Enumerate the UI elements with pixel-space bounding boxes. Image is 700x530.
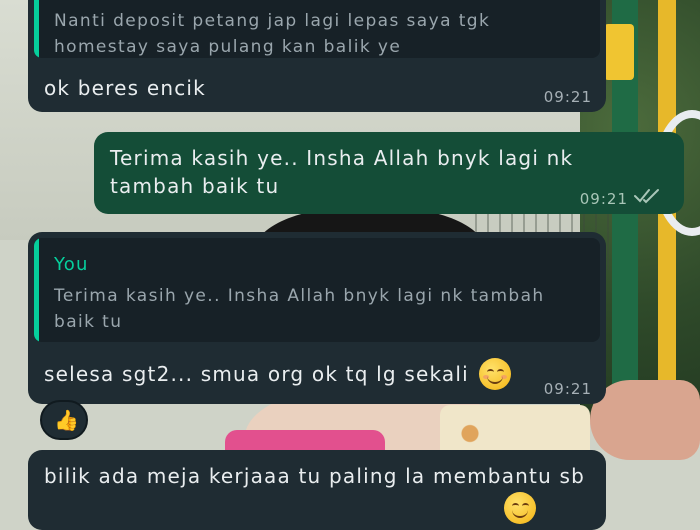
wallpaper-yellow-block [604,24,634,80]
message-bubble-incoming[interactable]: Nanti deposit petang jap lagi lepas saya… [28,0,606,112]
quote-accent-bar [34,238,39,342]
smiling-face-icon [504,492,536,524]
wallpaper-hand [590,380,700,460]
message-bubble-incoming[interactable]: bilik ada meja kerjaaa tu paling la memb… [28,450,606,530]
thumbs-up-icon: 👍 [54,408,79,432]
quoted-author: You [54,254,89,275]
quoted-message-text: Terima kasih ye.. Insha Allah bnyk lagi … [54,286,545,332]
quote-accent-bar [34,0,39,58]
message-time: 09:21 [543,380,592,398]
message-text: ok beres encik [44,76,206,100]
quoted-message[interactable]: Nanti deposit petang jap lagi lepas saya… [34,0,600,58]
message-bubble-incoming[interactable]: You Terima kasih ye.. Insha Allah bnyk l… [28,232,606,404]
message-text: Terima kasih ye.. Insha Allah bnyk lagi … [110,146,574,198]
message-time: 09:21 [579,190,628,208]
message-bubble-outgoing[interactable]: Terima kasih ye.. Insha Allah bnyk lagi … [94,132,684,214]
message-body: selesa sgt2... smua org ok tq lg sekali [44,358,511,390]
message-text: bilik ada meja kerjaaa tu paling la memb… [44,464,586,488]
message-reaction[interactable]: 👍 [40,400,88,440]
quoted-message[interactable]: You Terima kasih ye.. Insha Allah bnyk l… [34,238,600,342]
message-time: 09:21 [543,88,592,106]
quoted-message-text: Nanti deposit petang jap lagi lepas saya… [54,11,491,57]
read-receipt-icon [634,189,659,204]
message-text: selesa sgt2... smua org ok tq lg sekali [44,362,469,386]
smiling-face-icon [478,358,511,390]
